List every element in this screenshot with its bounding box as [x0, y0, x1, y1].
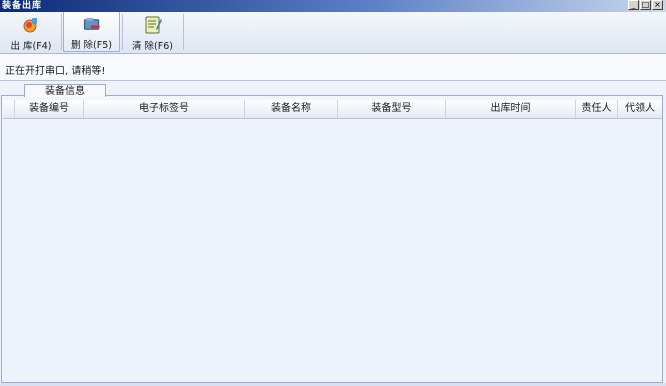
toolbar-separator — [183, 14, 184, 50]
clear-button[interactable]: 清 除(F6) — [124, 12, 181, 52]
clear-icon — [145, 16, 162, 34]
toolbar-separator — [122, 14, 123, 50]
toolbar: 出 库(F4) 删 除(F5) 清 除(F6) — [0, 12, 666, 54]
column-header-equipment-model[interactable]: 装备型号 — [338, 100, 446, 118]
outbound-icon — [23, 18, 37, 33]
delete-icon — [83, 17, 100, 30]
status-message: 正在开打串口, 请稍等! — [5, 66, 106, 77]
outbound-button[interactable]: 出 库(F4) — [3, 12, 59, 52]
minimize-button[interactable]: _ — [628, 0, 639, 10]
table-header: 装备编号 电子标签号 装备名称 装备型号 出库时间 责任人 代领人 — [3, 100, 662, 119]
row-selector-header[interactable] — [3, 100, 15, 118]
clear-label: 清 除(F6) — [132, 41, 173, 52]
column-header-equipment-name[interactable]: 装备名称 — [245, 100, 338, 118]
title-bar: 装备出库 _ □ × — [0, 0, 666, 12]
column-header-responsible-person[interactable]: 责任人 — [576, 100, 618, 118]
delete-button[interactable]: 删 除(F5) — [63, 12, 120, 52]
column-header-rfid-tag[interactable]: 电子标签号 — [84, 100, 245, 118]
close-button[interactable]: × — [652, 0, 663, 10]
equipment-table-body[interactable] — [3, 119, 662, 381]
group-title: 装备信息 — [24, 84, 106, 97]
window-controls: _ □ × — [628, 0, 663, 10]
column-header-proxy-receiver[interactable]: 代领人 — [618, 100, 662, 118]
status-panel: 正在开打串口, 请稍等! — [0, 54, 666, 81]
toolbar-separator — [61, 14, 62, 50]
delete-label: 删 除(F5) — [71, 40, 112, 51]
column-header-outbound-time[interactable]: 出库时间 — [446, 100, 576, 118]
restore-button[interactable]: □ — [640, 0, 651, 10]
column-header-equipment-number[interactable]: 装备编号 — [15, 100, 84, 118]
outbound-label: 出 库(F4) — [10, 41, 52, 52]
window-title: 装备出库 — [2, 1, 43, 11]
